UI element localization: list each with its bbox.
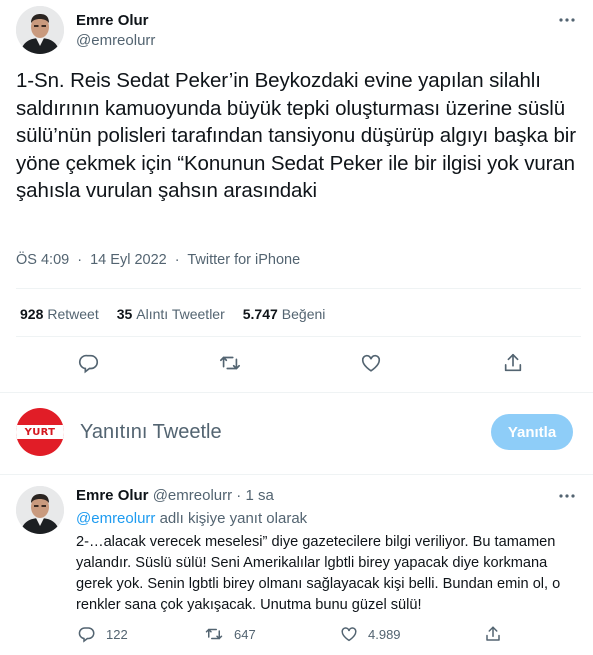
replying-to-mention[interactable]: @emreolurr [76,510,155,527]
more-icon[interactable] [557,486,577,506]
retweet-count[interactable]: 928 Retweet [20,304,99,324]
divider [0,392,593,393]
reply-input[interactable]: Yanıtını Tweetle [80,420,222,444]
divider [16,288,581,289]
retweet-action[interactable]: 647 [204,622,256,646]
avatar[interactable] [16,486,64,534]
like-count-value: 5.747 [242,306,278,322]
retweet-icon [205,628,223,640]
meta-separator: · [236,487,242,504]
share-icon [486,626,500,641]
tweet-time[interactable]: ÖS 4:09 [16,252,69,268]
reply-composer: YURT Yanıtını Tweetle Yanıtla [16,404,581,460]
tweet-text: 1-Sn. Reis Sedat Peker’in Beykozdaki evi… [16,69,576,202]
avatar-logo-text: YURT [24,426,56,438]
reply-tweet[interactable]: Emre Olur @emreolurr · 1 sa @emreolurr a… [16,484,581,654]
tweet-stats: 928 Retweet 35 Alıntı Tweetler 5.747 Beğeni [20,304,325,324]
meta-separator: · [174,252,180,268]
share-icon[interactable] [498,348,528,378]
like-action[interactable]: 4.989 [340,622,401,646]
user-handle[interactable]: @emreolurr [153,487,232,504]
replying-to: @emreolurr adlı kişiye yanıt olarak [76,509,307,529]
avatar[interactable] [16,6,64,54]
divider [16,336,581,337]
quote-count-label: Alıntı Tweetler [136,306,225,322]
retweet-icon[interactable] [215,348,245,378]
reply-action[interactable]: 122 [78,622,128,646]
like-count-label: Beğeni [281,306,326,322]
user-handle[interactable]: @emreolurr [76,32,155,50]
tweet-date[interactable]: 14 Eyl 2022 [90,252,167,268]
tweet-detail-page: Emre Olur @emreolurr 1-Sn. Reis Sedat Pe… [0,0,593,655]
like-count[interactable]: 5.747 Beğeni [243,304,326,324]
avatar-image [16,6,64,54]
tweet-text: 2-…alacak verecek meselesi” diye gazetec… [76,534,561,613]
main-tweet-header: Emre Olur @emreolurr [16,6,581,54]
like-count: 4.989 [368,626,401,642]
reply-icon [78,627,95,643]
avatar-logo: YURT [16,425,64,439]
display-name[interactable]: Emre Olur [76,12,149,30]
like-icon[interactable] [356,348,386,378]
retweet-count-label: Retweet [47,306,99,322]
tweet-actions [0,348,593,378]
like-icon [341,627,357,642]
tweet-source[interactable]: Twitter for iPhone [187,252,300,268]
avatar[interactable]: YURT [16,408,64,456]
retweet-count: 647 [234,626,256,642]
tweet-time[interactable]: 1 sa [245,487,273,504]
display-name[interactable]: Emre Olur [76,487,149,504]
meta-separator: · [77,252,83,268]
more-icon[interactable] [557,10,577,30]
quote-count-value: 35 [116,306,133,322]
avatar-image [16,486,64,534]
reply-icon[interactable] [74,348,104,378]
replying-to-suffix: adlı kişiye yanıt olarak [155,510,308,527]
divider [0,474,593,475]
retweet-count-value: 928 [20,306,44,322]
reply-header: Emre Olur @emreolurr · 1 sa [76,486,274,506]
reply-actions: 122 647 4.989 [16,622,593,646]
quote-count[interactable]: 35 Alıntı Tweetler [117,304,225,324]
tweet-meta: ÖS 4:09 · 14 Eyl 2022 · Twitter for iPho… [16,250,300,270]
reply-button[interactable]: Yanıtla [491,414,573,450]
reply-count: 122 [106,626,128,642]
share-action[interactable] [484,622,502,646]
